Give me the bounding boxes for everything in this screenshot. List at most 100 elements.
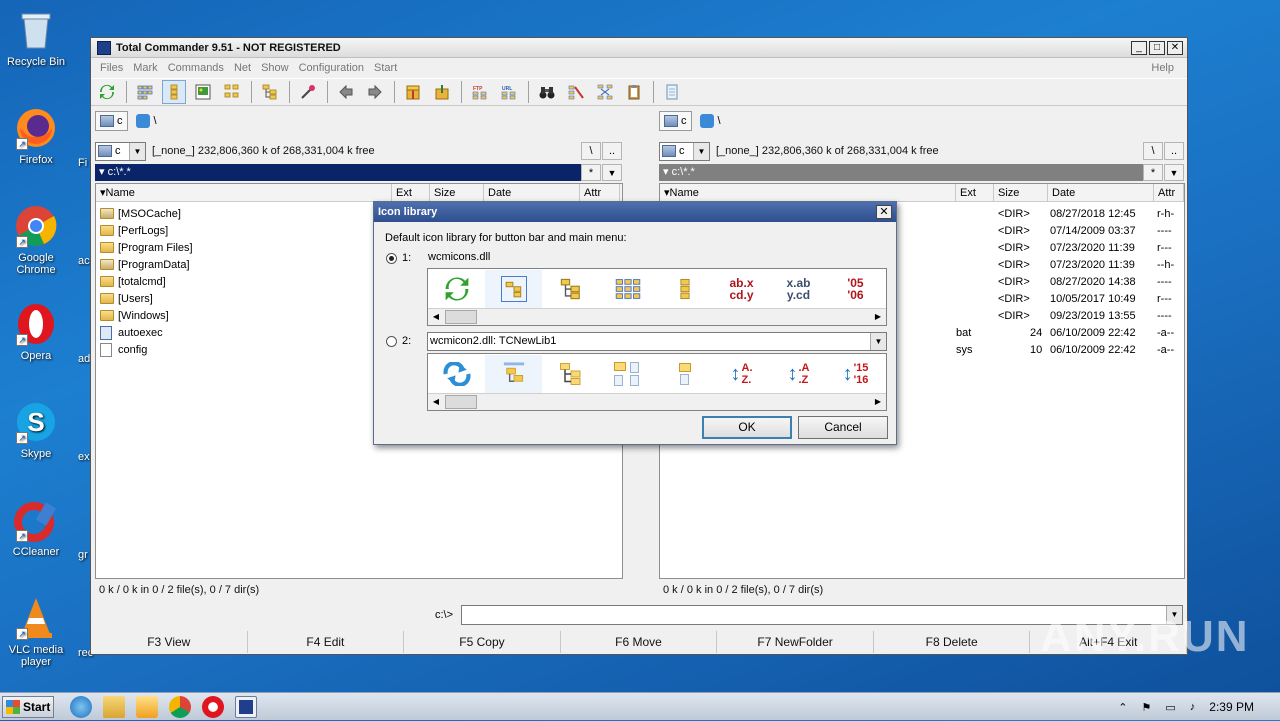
- library2-scrollbar[interactable]: ◀ ▶: [428, 393, 886, 410]
- option1-radio[interactable]: [386, 253, 397, 264]
- left-path-bar[interactable]: ▾ c:\*.*: [95, 164, 581, 181]
- file-explorer-icon[interactable]: [103, 695, 125, 718]
- right-up-button[interactable]: ..: [1164, 142, 1184, 160]
- left-drive-combo[interactable]: c ▼: [95, 141, 146, 161]
- sync-dirs-button[interactable]: [593, 80, 617, 104]
- library1-scrollbar[interactable]: ◀ ▶: [428, 308, 886, 325]
- opera-icon[interactable]: [202, 695, 224, 718]
- minimize-button[interactable]: _: [1131, 41, 1147, 55]
- network-icon[interactable]: [135, 114, 150, 128]
- menu-start[interactable]: Start: [374, 62, 397, 74]
- f8-delete-button[interactable]: F8 Delete: [874, 631, 1031, 653]
- right-drive-combo[interactable]: c ▼: [659, 141, 710, 161]
- desktop-icon-vlc[interactable]: ↗ VLC media player: [6, 596, 66, 668]
- notepad-button[interactable]: [660, 80, 684, 104]
- clock[interactable]: 2:39 PM: [1209, 700, 1254, 714]
- desktop-icon-recycle-bin[interactable]: Recycle Bin: [6, 8, 66, 68]
- network-icon[interactable]: ▭: [1165, 701, 1175, 714]
- desktop-icon-opera[interactable]: ↗ Opera: [6, 302, 66, 362]
- menu-mark[interactable]: Mark: [133, 62, 157, 74]
- column-date[interactable]: Date: [484, 184, 580, 201]
- library2-icon-strip[interactable]: ↕ A. Z. ↕ .A .Z ↕ '15'16 ◀ ▶: [427, 353, 887, 411]
- column-size[interactable]: Size: [430, 184, 484, 201]
- scroll-right-icon[interactable]: ▶: [870, 309, 886, 325]
- scroll-right-icon[interactable]: ▶: [870, 394, 886, 410]
- f4-edit-button[interactable]: F4 Edit: [248, 631, 405, 653]
- menu-commands[interactable]: Commands: [168, 62, 224, 74]
- scroll-left-icon[interactable]: ◀: [428, 394, 444, 410]
- forward-button[interactable]: [363, 80, 387, 104]
- menu-help[interactable]: Help: [1151, 62, 1174, 74]
- menu-configuration[interactable]: Configuration: [299, 62, 364, 74]
- menu-files[interactable]: Files: [100, 62, 123, 74]
- right-root-button[interactable]: \: [1143, 142, 1163, 160]
- column-name[interactable]: ▾Name: [96, 184, 392, 201]
- library1-icon-strip[interactable]: ab.x cd.y x.ab y.cd '05'06 ◀ ▶: [427, 268, 887, 326]
- library2-combo[interactable]: wcmicon2.dll: TCNewLib1 ▼: [427, 332, 887, 351]
- ftp-button[interactable]: FTP: [468, 80, 492, 104]
- ok-button[interactable]: OK: [702, 416, 792, 439]
- file-row[interactable]: [PerfLogs]: [100, 222, 193, 239]
- dialog-close-button[interactable]: ✕: [876, 205, 892, 219]
- window-titlebar[interactable]: Total Commander 9.51 - NOT REGISTERED _ …: [91, 38, 1187, 58]
- invert-selection-button[interactable]: [258, 80, 282, 104]
- file-row[interactable]: [MSOCache]: [100, 205, 193, 222]
- f5-copy-button[interactable]: F5 Copy: [404, 631, 561, 653]
- tree-button[interactable]: [220, 80, 244, 104]
- left-history-button[interactable]: *: [581, 164, 601, 181]
- f7-newfolder-button[interactable]: F7 NewFolder: [717, 631, 874, 653]
- right-drive-tab-c[interactable]: c: [659, 111, 692, 131]
- left-drive-tab-c[interactable]: c: [95, 111, 128, 131]
- back-button[interactable]: [334, 80, 358, 104]
- scroll-thumb[interactable]: [445, 310, 477, 324]
- file-row[interactable]: [Windows]: [100, 307, 193, 324]
- column-ext[interactable]: Ext: [956, 184, 994, 201]
- file-row[interactable]: [totalcmd]: [100, 273, 193, 290]
- file-row[interactable]: [Program Files]: [100, 239, 193, 256]
- column-size[interactable]: Size: [994, 184, 1048, 201]
- dialog-titlebar[interactable]: Icon library ✕: [374, 202, 896, 222]
- column-ext[interactable]: Ext: [392, 184, 430, 201]
- volume-icon[interactable]: ♪: [1190, 701, 1196, 713]
- internet-explorer-icon[interactable]: [70, 695, 92, 718]
- f6-move-button[interactable]: F6 Move: [561, 631, 718, 653]
- close-button[interactable]: ✕: [1167, 41, 1183, 55]
- right-path-bar[interactable]: ▾ c:\*.*: [659, 164, 1143, 181]
- maximize-button[interactable]: □: [1149, 41, 1165, 55]
- thumbnails-button[interactable]: [191, 80, 215, 104]
- desktop-icon-skype[interactable]: S ↗ Skype: [6, 400, 66, 460]
- left-root-button[interactable]: \: [581, 142, 601, 160]
- start-button[interactable]: Start: [2, 695, 54, 718]
- menu-show[interactable]: Show: [261, 62, 289, 74]
- right-history-button[interactable]: *: [1143, 164, 1163, 181]
- brief-view-button[interactable]: [133, 80, 157, 104]
- chevron-down-icon[interactable]: ▼: [870, 333, 886, 350]
- network-icon[interactable]: [699, 114, 714, 128]
- copy-names-button[interactable]: [622, 80, 646, 104]
- column-attr[interactable]: Attr: [580, 184, 620, 201]
- media-player-icon[interactable]: [136, 695, 158, 718]
- option2-radio[interactable]: [386, 336, 397, 347]
- unpack-button[interactable]: [430, 80, 454, 104]
- flag-icon[interactable]: ⚑: [1142, 701, 1152, 714]
- cancel-button[interactable]: Cancel: [798, 416, 888, 439]
- f3-view-button[interactable]: F3 View: [91, 631, 248, 653]
- scroll-left-icon[interactable]: ◀: [428, 309, 444, 325]
- column-name[interactable]: ▾Name: [660, 184, 956, 201]
- right-hotlist-button[interactable]: ▼: [1164, 164, 1184, 181]
- scroll-thumb[interactable]: [445, 395, 477, 409]
- show-hidden-icons-icon[interactable]: ⌃: [1118, 701, 1127, 714]
- file-row[interactable]: autoexec: [100, 324, 193, 341]
- select-files-button[interactable]: [296, 80, 320, 104]
- column-attr[interactable]: Attr: [1154, 184, 1184, 201]
- file-row[interactable]: config: [100, 341, 193, 358]
- file-row[interactable]: [ProgramData]: [100, 256, 193, 273]
- rename-button[interactable]: [564, 80, 588, 104]
- desktop-icon-firefox[interactable]: ↗ Firefox: [6, 106, 66, 166]
- url-button[interactable]: URL: [497, 80, 521, 104]
- desktop-icon-google-chrome[interactable]: ↗ Google Chrome: [6, 204, 66, 276]
- menu-net[interactable]: Net: [234, 62, 251, 74]
- desktop-icon-ccleaner[interactable]: ↗ CCleaner: [6, 498, 66, 558]
- total-commander-taskbar-button[interactable]: [235, 695, 257, 718]
- column-date[interactable]: Date: [1048, 184, 1154, 201]
